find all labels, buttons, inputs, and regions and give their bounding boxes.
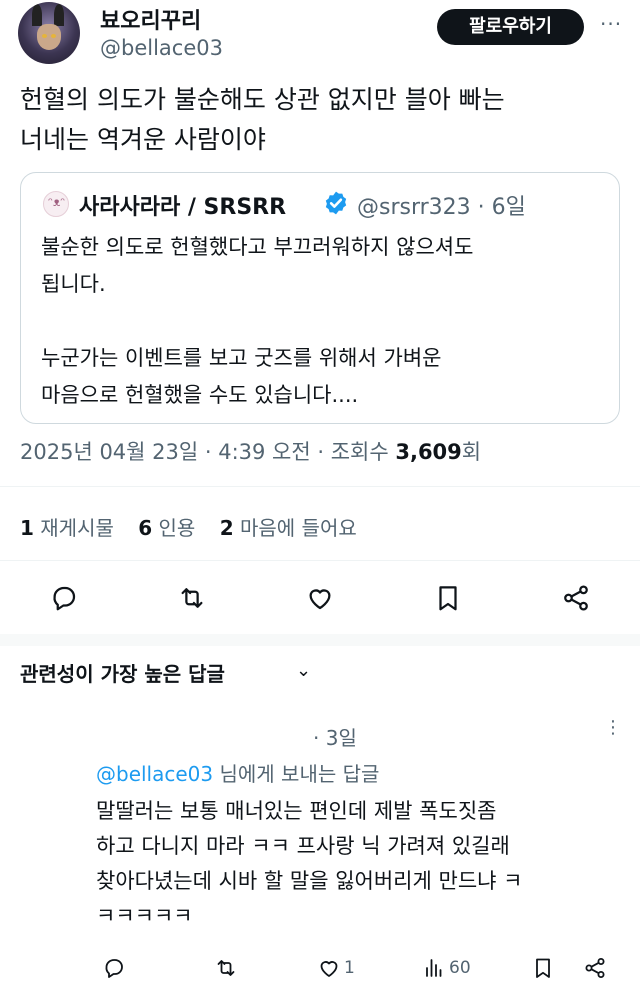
- reply-text: 말딸러는 보통 매너있는 편인데 제발 폭도짓좀 하고 다니지 마라 ㅋㅋ 프사…: [96, 799, 523, 928]
- reply-view-count: 60: [449, 958, 471, 978]
- divider: [0, 560, 640, 561]
- retweet-icon: [217, 960, 235, 976]
- section-divider: [0, 634, 640, 646]
- engagement-stats: 1 재게시물 6 인용 2 마음에 들어요: [20, 512, 375, 541]
- reply-icon: [105, 959, 123, 978]
- like-label[interactable]: 마음에 들어요: [240, 516, 357, 540]
- reply-like-count: 1: [344, 958, 355, 978]
- quote-label[interactable]: 인용: [159, 516, 196, 540]
- repost-count[interactable]: 1: [20, 516, 34, 540]
- like-count[interactable]: 2: [220, 516, 234, 540]
- reply-like-button[interactable]: 1: [317, 955, 355, 981]
- quote-avatar: ᵔᴥᵔ: [43, 191, 69, 217]
- reply-views[interactable]: 60: [422, 955, 471, 981]
- share-icon: [585, 958, 605, 978]
- reply-more-icon[interactable]: ⋮: [604, 719, 622, 737]
- tweet-text: 헌혈의 의도가 불순해도 상관 없지만 블아 빠는 너네는 역겨운 사람이야: [20, 80, 630, 160]
- retweet-button[interactable]: [174, 580, 210, 616]
- reply-icon: [53, 586, 76, 611]
- view-count-suffix: 회: [461, 440, 482, 464]
- verified-icon: [325, 191, 347, 215]
- chevron-down-icon[interactable]: ⌄: [296, 660, 311, 681]
- author-avatar[interactable]: [18, 2, 80, 64]
- reply-sort-dropdown[interactable]: 관련성이 가장 높은 답글: [20, 658, 225, 687]
- repost-label[interactable]: 재게시물: [40, 516, 114, 540]
- divider: [0, 486, 640, 487]
- share-button[interactable]: [558, 580, 594, 616]
- view-count: 3,609: [395, 440, 462, 464]
- share-icon: [564, 585, 588, 611]
- quoted-tweet[interactable]: ᵔᴥᵔ 사라사라라 / SRSRR @srsrr323 · 6일 불순한 의도로…: [20, 172, 620, 424]
- replying-to-suffix: 님에게 보내는 답글: [213, 762, 380, 786]
- reply-retweet-button[interactable]: [214, 955, 238, 981]
- reply-bookmark-button[interactable]: [531, 955, 555, 981]
- quote-text: 불순한 의도로 헌혈했다고 부끄러워하지 않으셔도 됩니다. 누군가는 이벤트를…: [41, 235, 474, 407]
- like-icon: [309, 589, 331, 610]
- quote-count[interactable]: 6: [138, 516, 152, 540]
- more-options-icon[interactable]: ···: [600, 12, 622, 36]
- retweet-icon: [181, 588, 203, 608]
- quote-display-name: 사라사라라 / SRSRR: [79, 195, 287, 220]
- replying-to: @bellace03 님에게 보내는 답글: [96, 758, 379, 787]
- like-icon: [320, 961, 338, 977]
- quote-handle-time: @srsrr323 · 6일: [357, 195, 526, 220]
- bookmark-button[interactable]: [430, 580, 466, 616]
- views-icon: [426, 959, 442, 977]
- reply-time: · 3일: [313, 726, 357, 750]
- reply-reply-button[interactable]: [102, 955, 126, 981]
- reply-share-button[interactable]: [583, 955, 607, 981]
- author-display-name[interactable]: 뵤오리꾸리: [100, 3, 201, 35]
- follow-button[interactable]: 팔로우하기: [437, 9, 584, 45]
- bookmark-icon: [439, 586, 457, 611]
- reply-button[interactable]: [46, 580, 82, 616]
- replying-to-handle[interactable]: @bellace03: [96, 762, 213, 786]
- bookmark-icon: [536, 958, 550, 978]
- tweet-text-line: 너네는 역겨운 사람이야: [20, 125, 266, 154]
- tweet-timestamp: 2025년 04월 23일 · 4:39 오전 · 조회수 3,609회: [20, 436, 481, 466]
- timestamp-text: 2025년 04월 23일 · 4:39 오전 · 조회수: [20, 440, 396, 464]
- tweet-text-line: 헌혈의 의도가 불순해도 상관 없지만 블아 빠는: [20, 85, 505, 114]
- like-button[interactable]: [302, 580, 338, 616]
- author-handle[interactable]: @bellace03: [100, 36, 223, 60]
